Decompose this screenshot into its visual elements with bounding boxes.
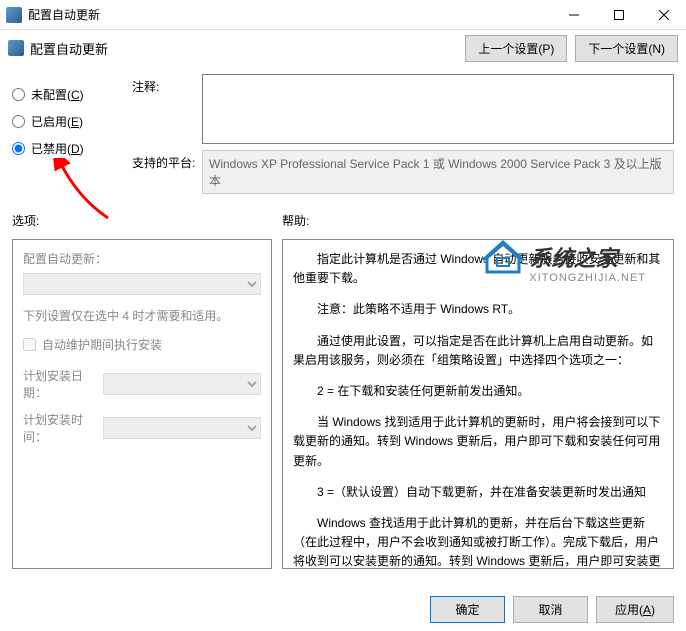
help-p4: 2 = 在下载和安装任何更新前发出通知。 bbox=[293, 382, 663, 401]
cancel-button[interactable]: 取消 bbox=[513, 596, 588, 623]
radio-group: 未配置(C) 已启用(E) 已禁用(D) bbox=[12, 74, 132, 200]
radio-enabled-input[interactable] bbox=[12, 115, 25, 128]
help-p5: 当 Windows 找到适用于此计算机的更新时，用户将会接到可以下载更新的通知。… bbox=[293, 413, 663, 471]
radio-disabled-input[interactable] bbox=[12, 142, 25, 155]
radio-disabled-label: 已禁用(D) bbox=[31, 140, 84, 157]
ok-button[interactable]: 确定 bbox=[430, 596, 505, 623]
help-p1: 指定此计算机是否通过 Windows 自动更新服务接收安全更新和其他重要下载。 bbox=[293, 250, 663, 288]
platform-label: 支持的平台: bbox=[132, 150, 202, 194]
maximize-button[interactable] bbox=[596, 0, 641, 30]
next-setting-button[interactable]: 下一个设置(N) bbox=[575, 35, 678, 62]
radio-not-configured-label: 未配置(C) bbox=[31, 86, 84, 103]
config-update-select[interactable] bbox=[23, 273, 261, 295]
radio-not-configured-input[interactable] bbox=[12, 88, 25, 101]
install-time-select[interactable] bbox=[103, 417, 261, 439]
policy-icon bbox=[8, 40, 24, 56]
fields-column: 注释: 支持的平台: Windows XP Professional Servi… bbox=[132, 74, 674, 200]
install-day-label: 计划安装日期： bbox=[23, 367, 103, 401]
prev-setting-button[interactable]: 上一个设置(P) bbox=[465, 35, 567, 62]
minimize-button[interactable] bbox=[551, 0, 596, 30]
options-note: 下列设置仅在选中 4 时才需要和适用。 bbox=[23, 307, 261, 324]
app-icon bbox=[6, 7, 22, 23]
auto-maintenance-label: 自动维护期间执行安装 bbox=[42, 336, 162, 353]
options-panel[interactable]: 配置自动更新： 下列设置仅在选中 4 时才需要和适用。 自动维护期间执行安装 计… bbox=[12, 239, 272, 569]
help-p6: 3 =（默认设置）自动下载更新，并在准备安装更新时发出通知 bbox=[293, 483, 663, 502]
config-update-label: 配置自动更新： bbox=[23, 250, 261, 267]
help-p7: Windows 查找适用于此计算机的更新，并在后台下载这些更新（在此过程中，用户… bbox=[293, 514, 663, 569]
radio-not-configured[interactable]: 未配置(C) bbox=[12, 86, 132, 103]
apply-button[interactable]: 应用(A) bbox=[596, 596, 674, 623]
help-p3: 通过使用此设置，可以指定是否在此计算机上启用自动更新。如果启用该服务，则必须在「… bbox=[293, 332, 663, 370]
section-labels: 选项: 帮助: bbox=[0, 208, 686, 233]
help-panel[interactable]: 指定此计算机是否通过 Windows 自动更新服务接收安全更新和其他重要下载。 … bbox=[282, 239, 674, 569]
titlebar: 配置自动更新 bbox=[0, 0, 686, 30]
comment-label: 注释: bbox=[132, 74, 202, 144]
platform-text: Windows XP Professional Service Pack 1 或… bbox=[202, 150, 674, 194]
upper-content: 未配置(C) 已启用(E) 已禁用(D) 注释: 支持的平台: Windows … bbox=[0, 66, 686, 208]
dialog-buttons: 确定 取消 应用(A) bbox=[430, 596, 674, 623]
auto-maintenance-checkbox[interactable] bbox=[23, 338, 36, 351]
radio-enabled[interactable]: 已启用(E) bbox=[12, 113, 132, 130]
comment-input[interactable] bbox=[202, 74, 674, 144]
window-title: 配置自动更新 bbox=[28, 6, 551, 23]
install-time-label: 计划安装时间： bbox=[23, 411, 103, 445]
toolbar: 配置自动更新 上一个设置(P) 下一个设置(N) bbox=[0, 30, 686, 66]
radio-disabled[interactable]: 已禁用(D) bbox=[12, 140, 132, 157]
policy-title: 配置自动更新 bbox=[30, 39, 457, 58]
auto-maintenance-checkbox-row[interactable]: 自动维护期间执行安装 bbox=[23, 336, 261, 353]
install-day-select[interactable] bbox=[103, 373, 261, 395]
help-section-label: 帮助: bbox=[282, 212, 309, 229]
radio-enabled-label: 已启用(E) bbox=[31, 113, 83, 130]
close-button[interactable] bbox=[641, 0, 686, 30]
help-p2: 注意：此策略不适用于 Windows RT。 bbox=[293, 300, 663, 319]
lower-panels: 配置自动更新： 下列设置仅在选中 4 时才需要和适用。 自动维护期间执行安装 计… bbox=[0, 233, 686, 575]
options-section-label: 选项: bbox=[12, 212, 282, 229]
